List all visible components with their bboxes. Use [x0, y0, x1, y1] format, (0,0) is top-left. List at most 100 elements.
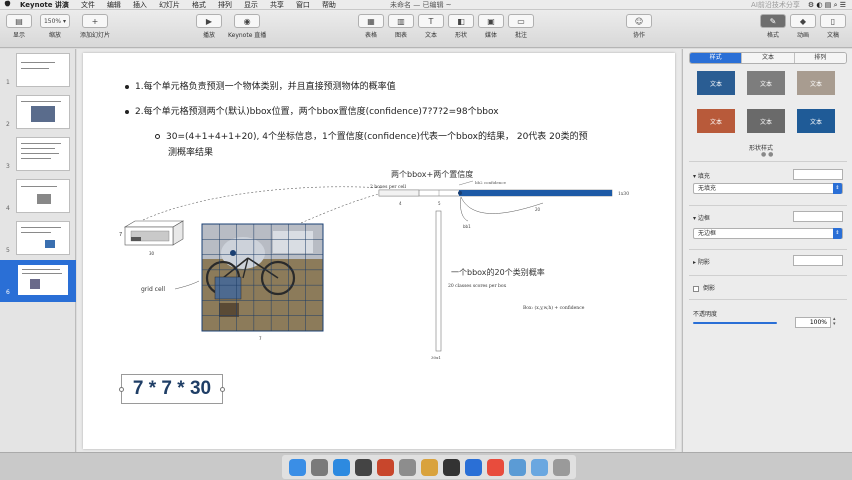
menu-app[interactable]: Keynote 讲演 — [14, 0, 75, 10]
slide-number: 1 — [6, 79, 10, 86]
menu-slide[interactable]: 幻灯片 — [153, 0, 186, 10]
text-label: 文本 — [424, 32, 437, 39]
safari-icon[interactable] — [332, 458, 350, 476]
play-button[interactable]: ▶ 播放 — [196, 14, 222, 39]
checkbox-icon — [693, 285, 699, 292]
slide[interactable]: 1.每个单元格负责预测一个物体类别，并且直接预测物体的概率值 2.每个单元格预测… — [83, 53, 675, 449]
settings-icon[interactable] — [398, 458, 416, 476]
box-formula-label: Box: (x,y,w,h) + confidence — [523, 304, 585, 311]
chevron-down-icon: ⇕ — [833, 228, 842, 239]
diagram-top-label: 两个bbox+两个置信度 — [391, 169, 473, 179]
resize-handle[interactable] — [119, 387, 124, 392]
formula-text-box[interactable]: 7 * 7 * 30 — [119, 374, 225, 404]
reflection-checkbox[interactable]: 倒影 — [693, 283, 715, 292]
fill-swatch[interactable] — [793, 169, 843, 180]
menu-edit[interactable]: 编辑 — [101, 0, 127, 10]
vector-box-section — [378, 189, 420, 197]
image-grid-label: 7 — [259, 336, 262, 341]
calendar-icon[interactable] — [486, 458, 504, 476]
shape-style-1[interactable]: 文本 — [697, 71, 735, 95]
fill-dropdown[interactable]: 无填充 ⇕ — [693, 183, 843, 194]
powerpoint-icon[interactable] — [376, 458, 394, 476]
resize-handle[interactable] — [220, 387, 225, 392]
tab-style[interactable]: 样式 — [690, 53, 743, 63]
shadow-section[interactable]: ▸ 阴影 — [693, 257, 710, 266]
chart-button[interactable]: ▥ 图表 — [388, 14, 414, 39]
zoom-button[interactable]: 150% ▾ 缩放 — [40, 14, 70, 39]
menu-format[interactable]: 格式 — [186, 0, 212, 10]
opacity-input[interactable]: 100% — [795, 317, 831, 328]
shape-style-3[interactable]: 文本 — [797, 71, 835, 95]
slide-navigator: 1 2 3 4 5 6 — [0, 49, 76, 452]
shape-style-2[interactable]: 文本 — [747, 71, 785, 95]
terminal-icon[interactable] — [442, 458, 460, 476]
collaborate-icon: ☺ — [626, 14, 652, 28]
animate-button[interactable]: ◆ 动画 — [790, 14, 816, 39]
menu-window[interactable]: 窗口 — [290, 0, 316, 10]
reflection-label: 倒影 — [703, 285, 716, 292]
menu-insert[interactable]: 插入 — [127, 0, 153, 10]
shape-style-4[interactable]: 文本 — [697, 109, 735, 133]
table-button[interactable]: ▦ 表格 — [358, 14, 384, 39]
play-label: 播放 — [202, 32, 215, 39]
text-button[interactable]: T 文本 — [418, 14, 444, 39]
watermark-text: AI前沿技术分享 — [751, 0, 800, 9]
folder-icon[interactable] — [530, 458, 548, 476]
shape-style-5[interactable]: 文本 — [747, 109, 785, 133]
trash-icon[interactable] — [552, 458, 570, 476]
menu-file[interactable]: 文件 — [75, 0, 101, 10]
animate-label: 动画 — [796, 32, 809, 39]
page-dots[interactable]: ● ● — [761, 151, 773, 158]
document-label: 文稿 — [826, 32, 839, 39]
comment-icon: ▭ — [508, 14, 534, 28]
tab-text[interactable]: 文本 — [742, 53, 795, 63]
add-slide-label: 添加幻灯片 — [80, 32, 111, 39]
keynote-live-button[interactable]: ◉ Keynote 直播 — [228, 14, 266, 39]
clock-icon[interactable] — [354, 458, 372, 476]
keynote-icon[interactable] — [464, 458, 482, 476]
slide-thumbnail-4[interactable] — [16, 179, 70, 213]
launchpad-icon[interactable] — [310, 458, 328, 476]
border-section[interactable]: ▾ 边框 — [693, 213, 710, 222]
photos-icon[interactable] — [420, 458, 438, 476]
menu-arrange[interactable]: 排列 — [212, 0, 238, 10]
vertical-vector — [435, 210, 442, 352]
add-slide-button[interactable]: + 添加幻灯片 — [80, 14, 110, 39]
apple-icon[interactable] — [0, 0, 14, 10]
border-dropdown[interactable]: 无边框 ⇕ — [693, 228, 843, 239]
add-slide-icon: + — [82, 14, 108, 28]
slide-thumbnail-5[interactable] — [16, 221, 70, 255]
menu-view[interactable]: 显示 — [238, 0, 264, 10]
shape-style-6[interactable]: 文本 — [797, 109, 835, 133]
fill-section[interactable]: ▾ 填充 — [693, 171, 710, 180]
preview-icon[interactable] — [508, 458, 526, 476]
chevron-down-icon: ⇕ — [833, 183, 842, 194]
shadow-label: 阴影 — [697, 259, 710, 266]
media-button[interactable]: ▣ 媒体 — [478, 14, 504, 39]
menu-help[interactable]: 帮助 — [316, 0, 342, 10]
shadow-swatch[interactable] — [793, 255, 843, 266]
dock-shelf — [282, 455, 576, 479]
document-button[interactable]: ▯ 文稿 — [820, 14, 846, 39]
border-swatch[interactable] — [793, 211, 843, 222]
collaborate-button[interactable]: ☺ 协作 — [626, 14, 652, 39]
comment-button[interactable]: ▭ 批注 — [508, 14, 534, 39]
zoom-label: 缩放 — [48, 32, 61, 39]
slide-thumbnail-6[interactable] — [16, 263, 70, 297]
opacity-label: 不透明度 — [693, 311, 718, 318]
opacity-slider[interactable] — [693, 322, 777, 324]
slide-thumbnail-3[interactable] — [16, 137, 70, 171]
view-button[interactable]: ▤ 显示 — [6, 14, 32, 39]
border-value: 无边框 — [698, 230, 717, 237]
stepper-icon[interactable]: ▴ ▾ — [833, 317, 841, 328]
slide-thumbnail-1[interactable] — [16, 53, 70, 87]
format-button[interactable]: ✎ 格式 — [760, 14, 786, 39]
play-icon: ▶ — [196, 14, 222, 28]
tab-arrange[interactable]: 排列 — [794, 53, 846, 63]
shape-button[interactable]: ◧ 形状 — [448, 14, 474, 39]
slide-canvas: 1.每个单元格负责预测一个物体类别，并且直接预测物体的概率值 2.每个单元格预测… — [77, 49, 681, 452]
finder-icon[interactable] — [288, 458, 306, 476]
slide-thumbnail-2[interactable] — [16, 95, 70, 129]
menu-share[interactable]: 共享 — [264, 0, 290, 10]
boxes-per-cell-label: 2 boxes per cell — [370, 184, 407, 190]
